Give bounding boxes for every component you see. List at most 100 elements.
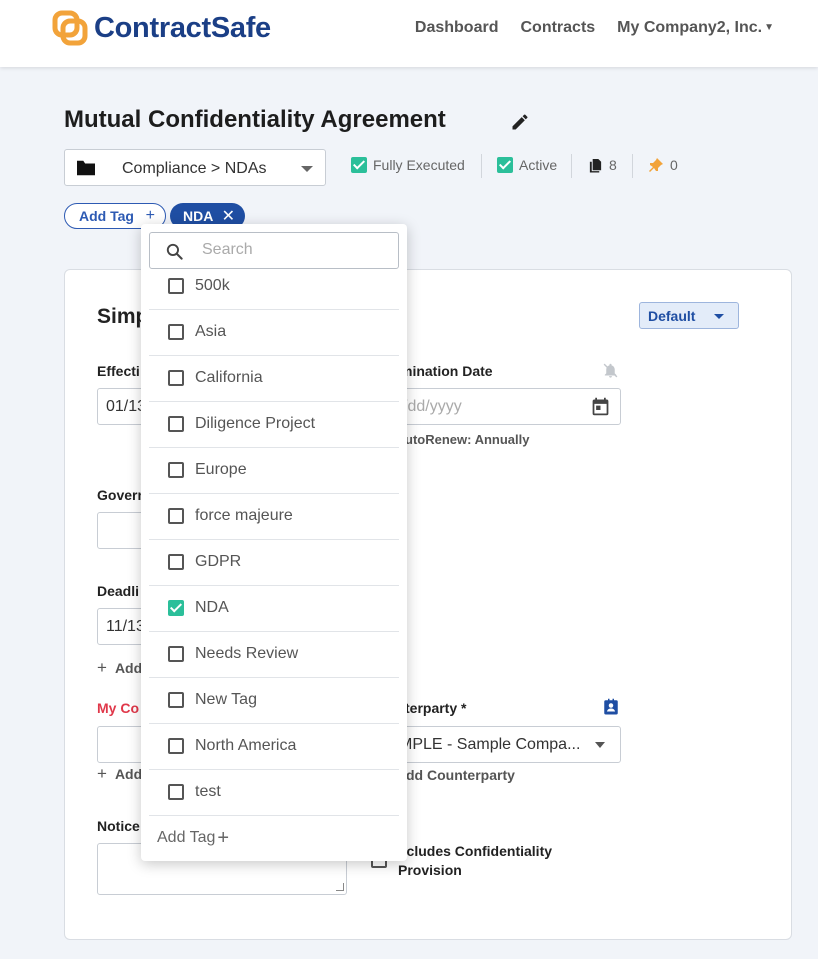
tag-option[interactable]: 500k xyxy=(149,264,399,310)
checkbox[interactable] xyxy=(168,554,184,570)
checkbox[interactable] xyxy=(168,646,184,662)
checkbox-checked-icon xyxy=(351,157,367,173)
default-view-select[interactable]: Default xyxy=(639,302,739,329)
deadline-label: Deadli xyxy=(97,583,140,599)
tag-option[interactable]: force majeure xyxy=(149,494,399,540)
add-deadline-link[interactable]: + Add xyxy=(97,658,142,678)
pins-count[interactable]: 0 xyxy=(648,157,678,173)
tag-option[interactable]: Needs Review xyxy=(149,632,399,678)
chevron-down-icon xyxy=(301,166,313,172)
tag-dropdown: 500k Asia California Diligence Project Europ… xyxy=(141,224,407,861)
edit-icon[interactable] xyxy=(510,112,530,132)
resize-handle[interactable] xyxy=(336,883,344,891)
tag-option-label: 500k xyxy=(195,277,230,294)
documents-count[interactable]: 8 xyxy=(588,157,617,173)
pins-count-value: 0 xyxy=(670,157,678,173)
tag-option-label: Needs Review xyxy=(195,645,299,662)
contact-card-icon[interactable] xyxy=(602,698,620,716)
tag-option-label: test xyxy=(195,783,221,800)
default-view-label: Default xyxy=(648,308,696,324)
add-contact-label: Add xyxy=(114,766,143,782)
add-deadline-label: Add xyxy=(114,660,143,676)
dropdown-add-tag-label: Add Tag xyxy=(157,829,216,846)
logo[interactable]: ContractSafe xyxy=(52,10,271,46)
tag-option[interactable]: test xyxy=(149,770,399,816)
counterparty-label-text: terparty xyxy=(405,700,458,716)
tag-option-label: New Tag xyxy=(195,691,257,708)
confidentiality-label-line2: Provision xyxy=(398,862,462,878)
checkbox[interactable] xyxy=(168,692,184,708)
governing-law-label: Govern xyxy=(97,487,147,503)
tag-option-label: Asia xyxy=(195,323,227,340)
notice-label: Notice xyxy=(97,818,140,834)
checkbox[interactable] xyxy=(168,738,184,754)
checkbox[interactable] xyxy=(168,278,184,294)
counterparty-label: terparty * xyxy=(405,700,466,716)
divider xyxy=(632,154,633,178)
documents-count-value: 8 xyxy=(609,157,617,173)
logo-icon xyxy=(52,10,88,46)
tag-option[interactable]: California xyxy=(149,356,399,402)
app-header: ContractSafe Dashboard Contracts My Comp… xyxy=(0,0,818,67)
tag-option[interactable]: New Tag xyxy=(149,678,399,724)
plus-icon: + xyxy=(97,764,107,783)
checkbox[interactable] xyxy=(168,462,184,478)
brand-name: ContractSafe xyxy=(94,11,271,44)
contract-title: Mutual Confidentiality Agreement xyxy=(64,106,446,133)
tag-option-label: NDA xyxy=(195,599,229,616)
folder-select[interactable]: Compliance > NDAs xyxy=(64,149,326,186)
counterparty-value: MPLE - Sample Compa... xyxy=(399,736,581,753)
checkbox[interactable] xyxy=(168,370,184,386)
nav-contracts[interactable]: Contracts xyxy=(520,19,595,37)
plus-icon: + xyxy=(217,827,230,849)
checkbox-checked-icon xyxy=(497,157,513,173)
dropdown-add-tag-button[interactable]: Add Tag + xyxy=(157,827,229,850)
bell-off-icon[interactable] xyxy=(602,362,619,379)
top-nav: Dashboard Contracts My Company2, Inc. ▼ xyxy=(415,19,774,37)
active-label: Active xyxy=(519,157,558,173)
autorenew-text: utoRenew: Annually xyxy=(405,432,530,447)
chevron-down-icon xyxy=(595,742,605,748)
nav-dashboard[interactable]: Dashboard xyxy=(415,19,499,37)
close-icon[interactable]: ✕ xyxy=(222,206,235,226)
tag-option[interactable]: Diligence Project xyxy=(149,402,399,448)
add-counterparty-link[interactable]: dd Counterparty xyxy=(406,767,515,783)
fully-executed-status[interactable]: Fully Executed xyxy=(351,157,465,173)
checkbox[interactable] xyxy=(168,508,184,524)
tag-option-label: force majeure xyxy=(195,507,293,524)
nav-company-menu[interactable]: My Company2, Inc. ▼ xyxy=(617,19,774,37)
tag-option[interactable]: Asia xyxy=(149,310,399,356)
my-company-label: My Co xyxy=(97,700,139,716)
document-icon xyxy=(589,158,602,173)
tag-option[interactable]: NDA xyxy=(149,586,399,632)
plus-icon: + xyxy=(145,207,155,224)
tag-option[interactable]: GDPR xyxy=(149,540,399,586)
checkbox-checked[interactable] xyxy=(168,600,184,616)
add-contact-link[interactable]: + Add xyxy=(97,764,142,784)
fully-executed-label: Fully Executed xyxy=(373,157,465,173)
confidentiality-label: ncludes Confidentiality Provision xyxy=(398,842,552,880)
active-status[interactable]: Active xyxy=(497,157,557,173)
tag-option-label: North America xyxy=(195,737,297,754)
tag-search-input[interactable] xyxy=(202,241,382,259)
calendar-icon[interactable] xyxy=(590,396,611,417)
folder-icon xyxy=(77,160,95,176)
tag-option[interactable]: Europe xyxy=(149,448,399,494)
pin-icon xyxy=(649,158,663,172)
counterparty-select[interactable]: MPLE - Sample Compa... xyxy=(380,726,621,763)
termination-date-input[interactable]: /dd/yyyy xyxy=(380,388,621,425)
tag-option-label: Diligence Project xyxy=(195,415,316,432)
checkbox[interactable] xyxy=(168,324,184,340)
termination-date-label: mination Date xyxy=(400,363,493,379)
divider xyxy=(481,154,482,178)
tag-chip-label: NDA xyxy=(183,208,214,224)
folder-path: Compliance > NDAs xyxy=(122,160,267,177)
chevron-down-icon xyxy=(714,314,724,319)
checkbox[interactable] xyxy=(168,784,184,800)
caret-down-icon: ▼ xyxy=(764,22,774,33)
tag-option-label: California xyxy=(195,369,263,386)
add-tag-label: Add Tag xyxy=(79,208,134,224)
search-icon xyxy=(166,243,183,260)
tag-option[interactable]: North America xyxy=(149,724,399,770)
checkbox[interactable] xyxy=(168,416,184,432)
